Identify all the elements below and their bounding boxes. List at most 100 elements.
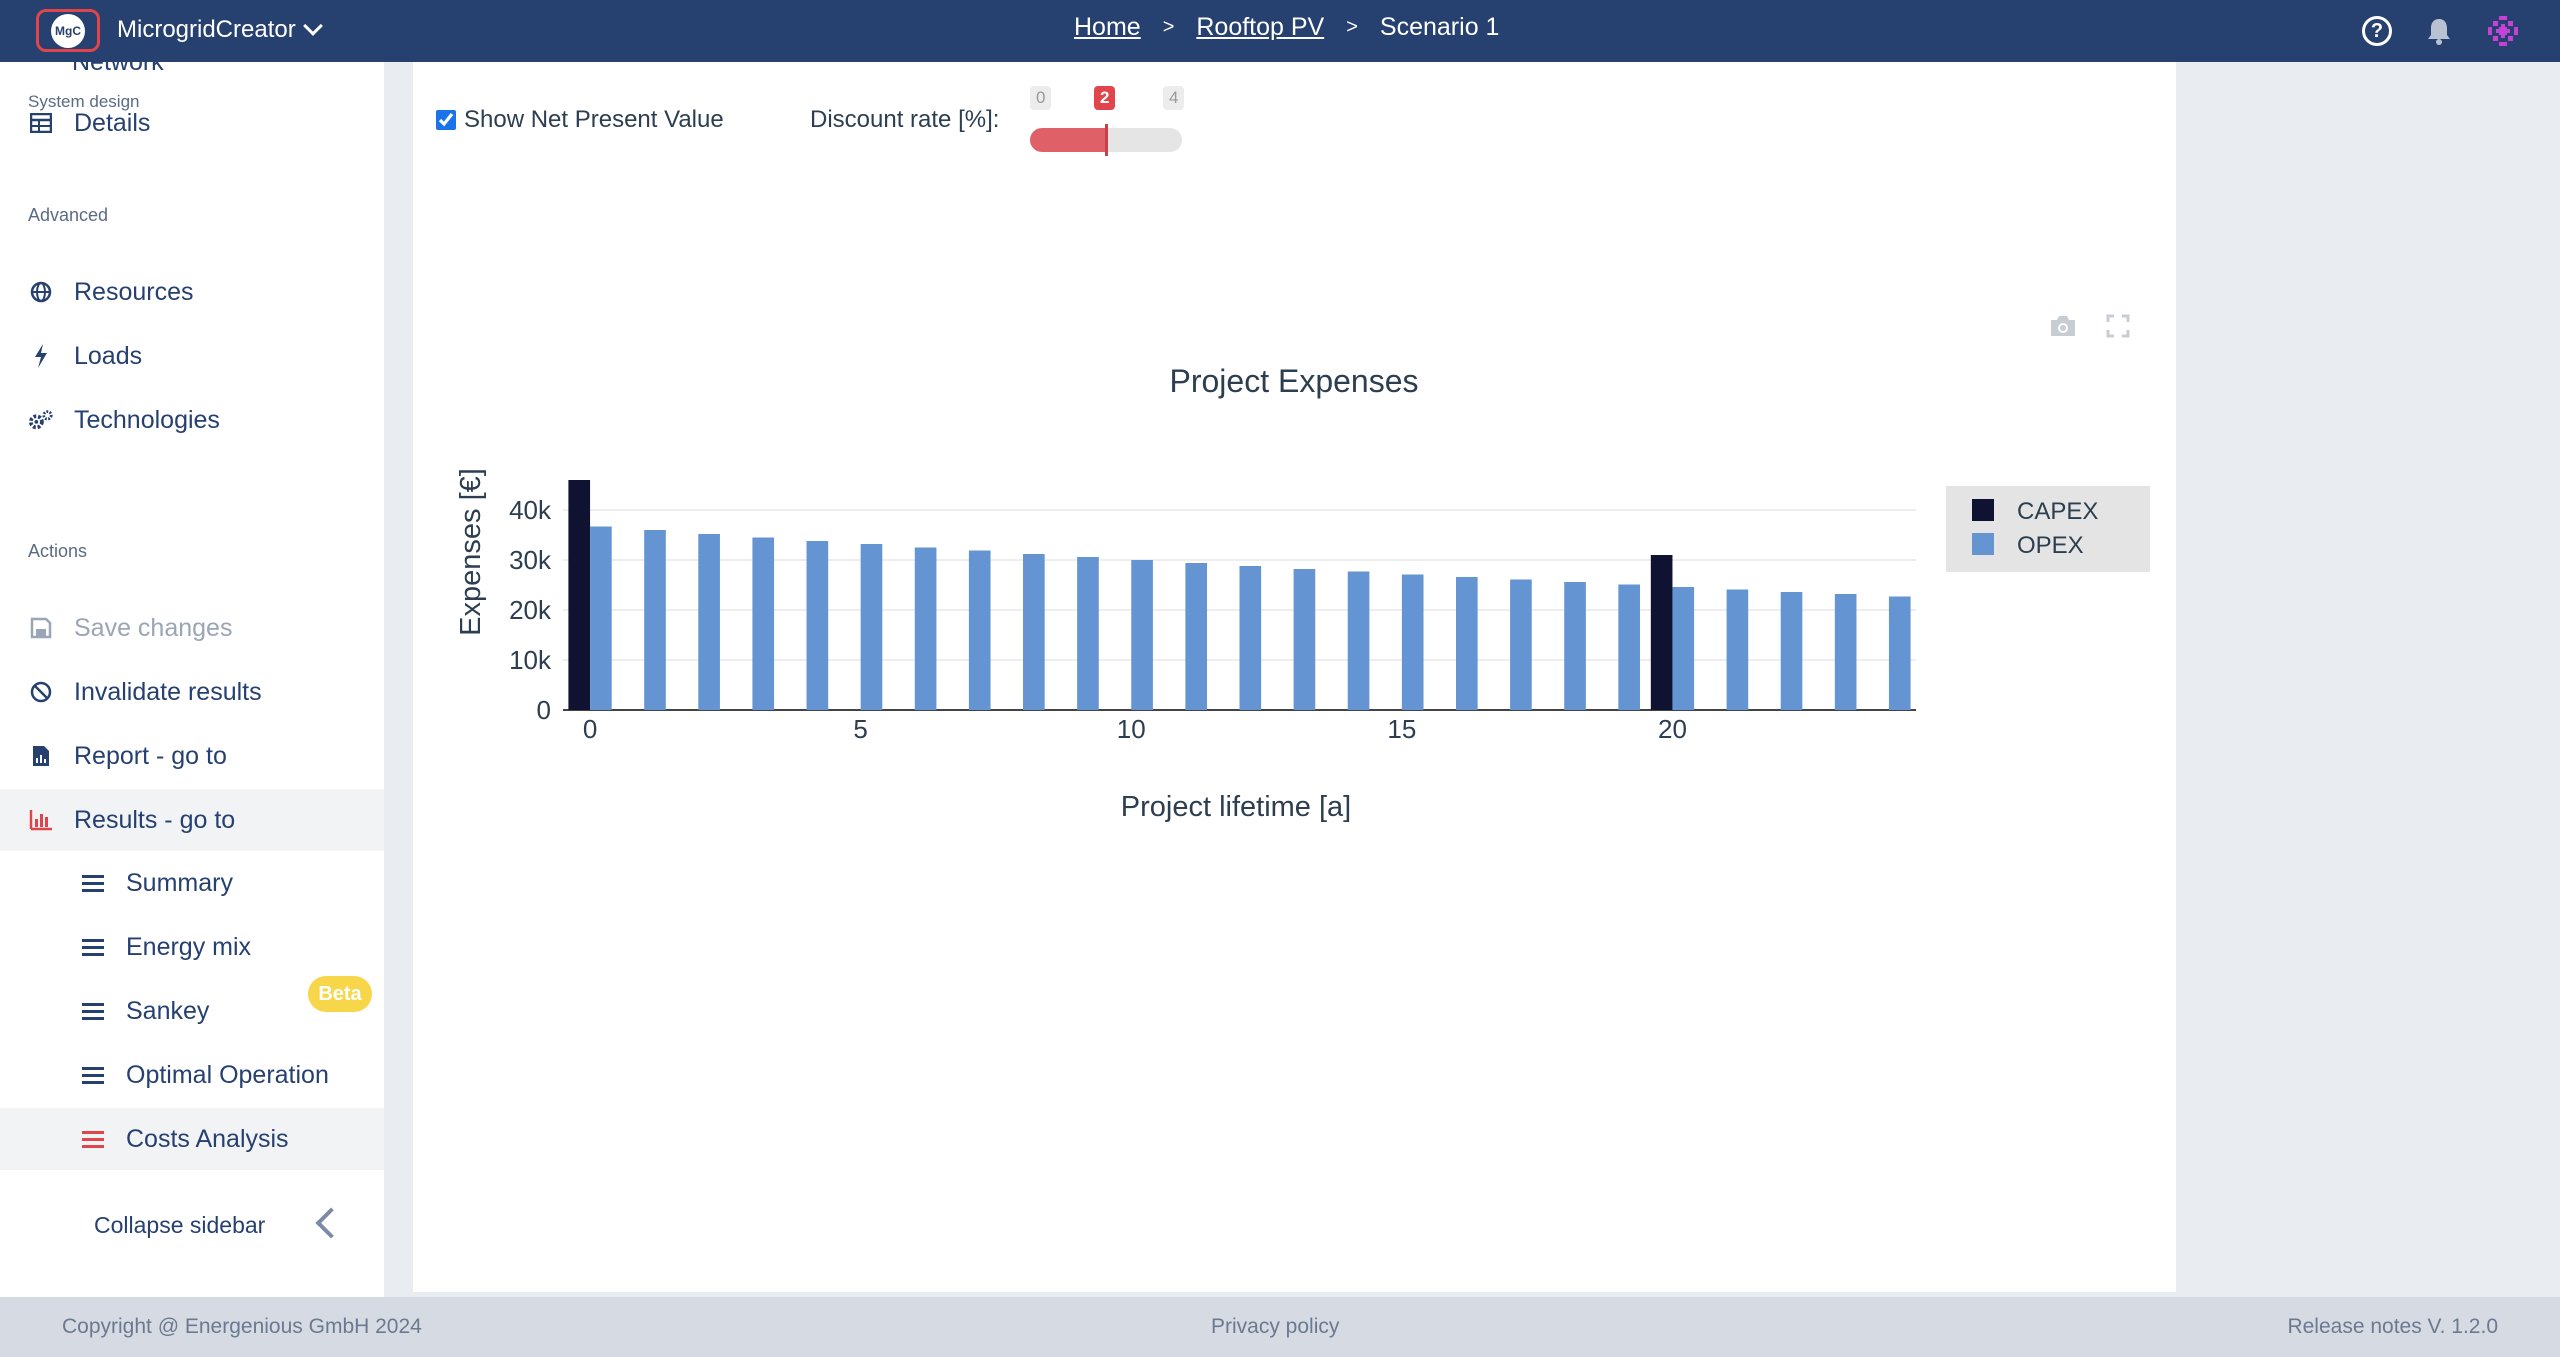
- help-icon[interactable]: ?: [2362, 16, 2392, 46]
- user-avatar[interactable]: [2486, 14, 2520, 48]
- sidebar-subitem-summary[interactable]: Summary: [0, 852, 384, 914]
- opex-bar: [1455, 577, 1478, 710]
- report-icon: [28, 743, 54, 769]
- x-tick-label: 0: [583, 714, 597, 744]
- npv-checkbox[interactable]: [436, 110, 456, 130]
- capex-bar: [568, 480, 591, 710]
- chart-xlabel: Project lifetime [a]: [1121, 791, 1351, 823]
- sidebar-item-network[interactable]: Network: [72, 62, 164, 77]
- chevron-left-icon[interactable]: [315, 1207, 347, 1239]
- legend-swatch: [1972, 499, 1994, 521]
- slider-handle[interactable]: [1105, 124, 1108, 156]
- footer: Copyright @ Energenious GmbH 2024 Privac…: [0, 1297, 2560, 1357]
- opex-bar: [1077, 557, 1099, 710]
- chart-legend: CAPEX OPEX: [1946, 486, 2150, 572]
- fullscreen-icon[interactable]: [2106, 314, 2130, 343]
- gears-icon: [28, 407, 54, 433]
- sidebar-item-label: Loads: [74, 341, 143, 370]
- breadcrumb-separator: >: [1346, 16, 1358, 38]
- chevron-down-icon: [302, 16, 323, 36]
- sidebar-item-resources[interactable]: Resources: [0, 261, 384, 323]
- sidebar-item-loads[interactable]: Loads: [0, 325, 384, 387]
- sidebar-subitem-optimal-operation[interactable]: Optimal Operation: [0, 1044, 384, 1106]
- opex-bar: [1239, 566, 1262, 710]
- opex-bar: [806, 541, 829, 710]
- sidebar-subitem-energy-mix[interactable]: Energy mix: [0, 916, 384, 978]
- sidebar-item-label: Invalidate results: [74, 677, 262, 706]
- sidebar-item-technologies[interactable]: Technologies: [0, 389, 384, 451]
- y-tick-label: 20k: [509, 595, 552, 625]
- capex-bar: [1650, 555, 1673, 710]
- sidebar-subitem-costs-analysis[interactable]: Costs Analysis: [0, 1108, 384, 1170]
- y-tick-label: 40k: [509, 495, 552, 525]
- opex-bar: [1185, 563, 1208, 710]
- menu-lines-icon: [80, 1062, 106, 1088]
- y-tick-label: 0: [537, 695, 551, 725]
- opex-bar: [590, 526, 612, 710]
- app-switcher[interactable]: MicrogridCreator: [117, 16, 323, 44]
- breadcrumb-home[interactable]: Home: [1074, 13, 1141, 42]
- opex-bar: [698, 534, 720, 710]
- slider-fill: [1030, 128, 1106, 152]
- logo-text: MgC: [51, 13, 85, 48]
- opex-bar: [1131, 560, 1153, 710]
- sidebar-item-details[interactable]: Details: [0, 92, 384, 154]
- bar-chart-icon: [28, 807, 54, 833]
- legend-label: CAPEX: [2017, 498, 2098, 525]
- breadcrumb-project[interactable]: Rooftop PV: [1196, 13, 1324, 42]
- opex-bar: [1726, 589, 1749, 710]
- sidebar-item-label: Costs Analysis: [126, 1124, 289, 1153]
- opex-bar: [914, 547, 937, 710]
- save-icon: [28, 615, 54, 641]
- top-navbar: MgC MicrogridCreator Home > Rooftop PV >…: [0, 0, 2560, 62]
- opex-bar: [1780, 592, 1803, 710]
- sidebar-item-report[interactable]: Report - go to: [0, 725, 384, 787]
- privacy-policy-link[interactable]: Privacy policy: [1211, 1315, 1339, 1339]
- legend-label: OPEX: [2017, 532, 2084, 559]
- chart-title: Project Expenses: [1169, 363, 1418, 399]
- collapse-sidebar-button[interactable]: Collapse sidebar: [94, 1212, 265, 1239]
- beta-badge: Beta: [308, 976, 372, 1012]
- chart-modebar: [2048, 314, 2130, 343]
- bolt-icon: [28, 343, 54, 369]
- sidebar-item-label: Technologies: [74, 405, 220, 434]
- release-notes-link[interactable]: Release notes V. 1.2.0: [2287, 1315, 2498, 1339]
- sidebar-item-label: Details: [74, 108, 151, 137]
- sidebar-item-label: Results - go to: [74, 805, 236, 834]
- chart-bars: [568, 480, 1911, 710]
- table-icon: [28, 110, 54, 136]
- y-tick-label: 30k: [509, 545, 552, 575]
- opex-bar: [1023, 554, 1045, 710]
- opex-bar: [968, 550, 991, 710]
- opex-bar: [1672, 587, 1695, 710]
- breadcrumb-scenario: Scenario 1: [1379, 13, 1500, 41]
- x-tick-label: 20: [1658, 714, 1687, 744]
- bell-icon[interactable]: [2424, 16, 2454, 46]
- opex-bar: [860, 544, 883, 710]
- opex-bar: [1510, 579, 1532, 710]
- slider-value-label: 2: [1094, 86, 1116, 110]
- npv-toggle[interactable]: Show Net Present Value: [436, 106, 724, 134]
- sidebar-item-label: Report - go to: [74, 741, 227, 770]
- npv-label: Show Net Present Value: [464, 106, 724, 133]
- section-actions: Actions: [28, 541, 88, 561]
- sidebar: Network System design Details Advanced R…: [0, 62, 384, 1297]
- opex-bar: [1564, 582, 1586, 710]
- x-tick-label: 15: [1387, 714, 1416, 744]
- x-tick-label: 10: [1117, 714, 1146, 744]
- legend-swatch: [1972, 533, 1994, 555]
- opex-bar: [1618, 584, 1640, 710]
- sidebar-item-results[interactable]: Results - go to: [0, 789, 384, 851]
- sidebar-item-label: Resources: [74, 277, 194, 306]
- sidebar-item-save-changes[interactable]: Save changes: [0, 597, 384, 659]
- opex-bar: [644, 530, 666, 710]
- opex-bar: [1293, 569, 1316, 710]
- camera-icon[interactable]: [2048, 314, 2078, 343]
- sidebar-item-label: Energy mix: [126, 932, 252, 961]
- app-logo[interactable]: MgC: [36, 9, 100, 52]
- app-name: MicrogridCreator: [117, 16, 296, 43]
- y-tick-label: 10k: [509, 645, 552, 675]
- sidebar-item-invalidate-results[interactable]: Invalidate results: [0, 661, 384, 723]
- sidebar-item-label: Optimal Operation: [126, 1060, 329, 1089]
- sidebar-item-label: Save changes: [74, 613, 233, 642]
